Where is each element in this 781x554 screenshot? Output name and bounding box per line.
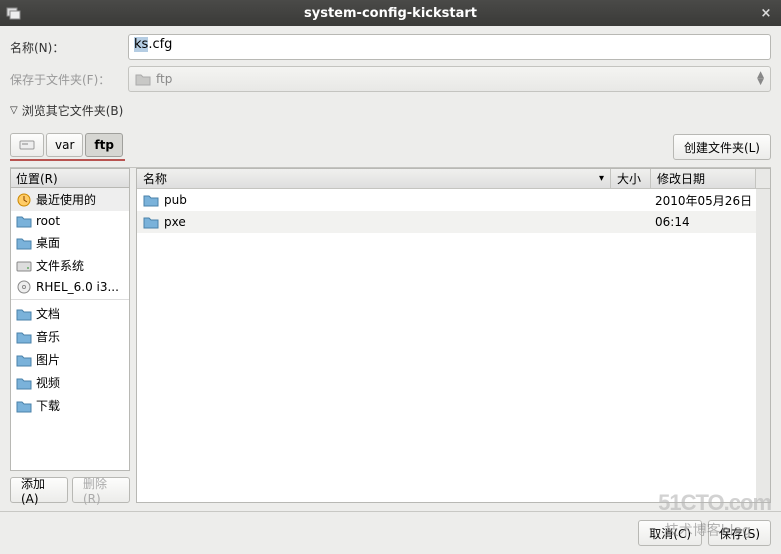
- column-size[interactable]: 大小: [611, 169, 651, 188]
- recent-icon: [16, 193, 32, 207]
- titlebar: system-config-kickstart ×: [0, 0, 781, 26]
- sort-down-icon: ▾: [599, 173, 604, 184]
- sidebar-item-documents[interactable]: 文档: [11, 302, 129, 325]
- folder-icon: [143, 215, 159, 229]
- sidebar-item-rhel[interactable]: RHEL_6.0 i3...: [11, 277, 129, 297]
- file-row[interactable]: pub 2010年05月26日: [137, 189, 770, 211]
- remove-button: 删除(R): [72, 477, 130, 503]
- scrollbar-corner: [756, 169, 770, 188]
- file-row[interactable]: pxe 06:14: [137, 211, 770, 233]
- folder-label: 保存于文件夹(F)：: [10, 71, 120, 88]
- breadcrumb-ftp[interactable]: ftp: [85, 133, 123, 157]
- add-button[interactable]: 添加(A): [10, 477, 68, 503]
- file-list: 名称 ▾ 大小 修改日期 pub 2010年05月26日: [136, 168, 771, 503]
- folder-icon: [16, 236, 32, 250]
- column-date[interactable]: 修改日期: [651, 169, 756, 188]
- create-folder-button[interactable]: 创建文件夹(L): [673, 134, 771, 160]
- window-title: system-config-kickstart: [304, 6, 477, 21]
- sidebar-item-filesystem[interactable]: 文件系统: [11, 254, 129, 277]
- places-list: 最近使用的 root 桌面 文件系统: [10, 188, 130, 471]
- folder-icon: [135, 72, 151, 86]
- sidebar-item-pictures[interactable]: 图片: [11, 348, 129, 371]
- drive-icon: [16, 259, 32, 273]
- sidebar-item-music[interactable]: 音乐: [11, 325, 129, 348]
- folder-icon: [16, 376, 32, 390]
- close-icon[interactable]: ×: [757, 4, 775, 22]
- app-icon: [6, 5, 22, 21]
- folder-combo[interactable]: ftp ▲▼: [128, 66, 771, 92]
- save-button[interactable]: 保存(S): [708, 520, 771, 546]
- column-name[interactable]: 名称 ▾: [137, 169, 611, 188]
- breadcrumb-var[interactable]: var: [46, 133, 83, 157]
- folder-icon: [16, 330, 32, 344]
- chevron-updown-icon: ▲▼: [757, 72, 764, 86]
- folder-icon: [16, 307, 32, 321]
- filename-input[interactable]: ks.cfg: [128, 34, 771, 60]
- triangle-down-icon: ▽: [10, 105, 18, 116]
- breadcrumb-root[interactable]: [10, 133, 44, 157]
- browse-other-expander[interactable]: ▽ 浏览其它文件夹(B): [10, 98, 771, 123]
- drive-icon: [19, 139, 35, 151]
- breadcrumb: var ftp: [10, 133, 125, 161]
- folder-icon: [143, 193, 159, 207]
- disc-icon: [16, 280, 32, 294]
- folder-icon: [16, 214, 32, 228]
- sidebar-item-desktop[interactable]: 桌面: [11, 231, 129, 254]
- sidebar-item-root[interactable]: root: [11, 211, 129, 231]
- folder-icon: [16, 353, 32, 367]
- places-header[interactable]: 位置(R): [10, 168, 130, 188]
- sidebar-item-downloads[interactable]: 下载: [11, 394, 129, 417]
- name-label: 名称(N)：: [10, 39, 120, 56]
- sidebar-item-recent[interactable]: 最近使用的: [11, 188, 129, 211]
- scrollbar[interactable]: [756, 189, 770, 502]
- sidebar-separator: [11, 299, 129, 300]
- folder-icon: [16, 399, 32, 413]
- sidebar-item-videos[interactable]: 视频: [11, 371, 129, 394]
- cancel-button[interactable]: 取消(C): [638, 520, 702, 546]
